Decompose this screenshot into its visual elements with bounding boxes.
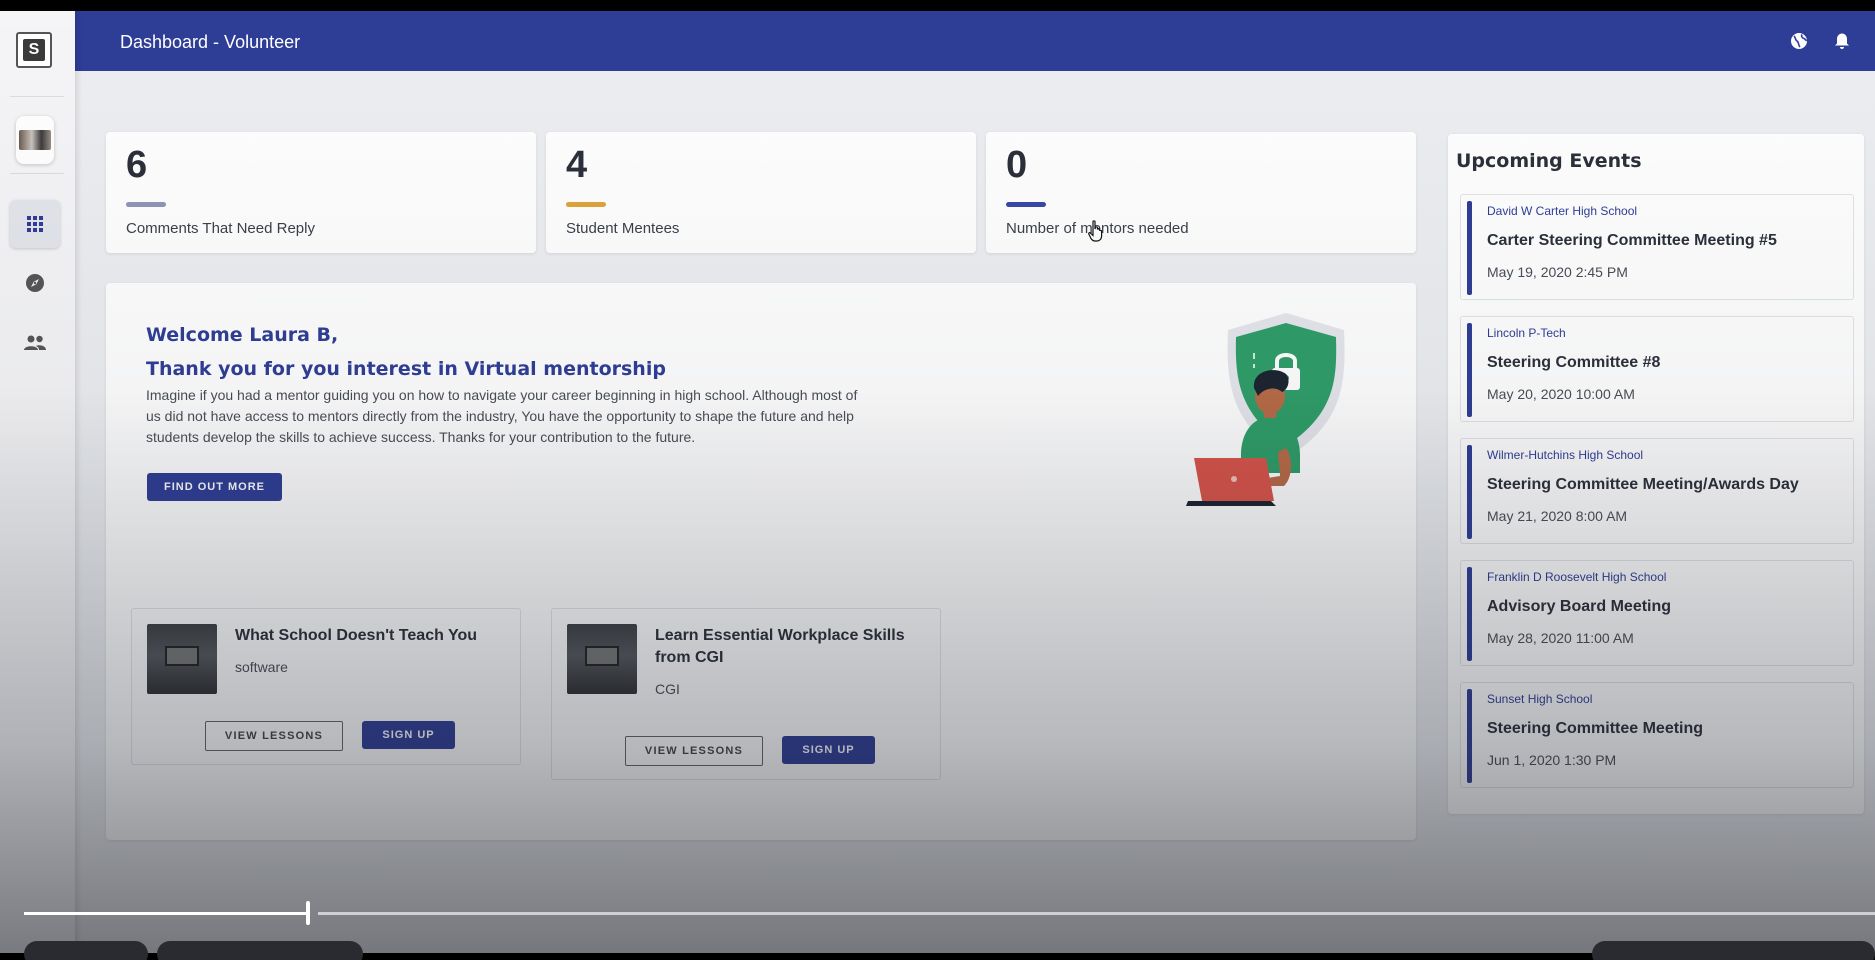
sidebar-divider xyxy=(10,96,64,97)
event-accent-bar xyxy=(1467,445,1472,539)
event-school: David W Carter High School xyxy=(1487,204,1638,218)
welcome-subtitle: Thank you for you interest in Virtual me… xyxy=(146,358,666,380)
event-title: Advisory Board Meeting xyxy=(1487,598,1672,615)
event-accent-bar xyxy=(1467,689,1472,783)
video-frame: S Dashboard - Volunteer 6 Comments That … xyxy=(0,0,1875,960)
event-item[interactable]: Wilmer-Hutchins High School Steering Com… xyxy=(1460,438,1854,544)
event-item[interactable]: David W Carter High School Carter Steeri… xyxy=(1460,194,1854,300)
stat-label: Student Mentees xyxy=(566,220,680,237)
event-school: Sunset High School xyxy=(1487,692,1593,706)
upcoming-events-panel: Upcoming Events David W Carter High Scho… xyxy=(1448,134,1864,814)
view-lessons-button[interactable]: VIEW LESSONS xyxy=(205,721,343,751)
welcome-body: Imagine if you had a mentor guiding you … xyxy=(146,387,858,445)
logo-letter: S xyxy=(23,39,45,61)
sidebar-divider xyxy=(10,173,64,174)
events-heading: Upcoming Events xyxy=(1456,150,1642,172)
welcome-greeting: Welcome Laura B, xyxy=(146,324,339,346)
people-icon xyxy=(24,335,46,350)
event-item[interactable]: Franklin D Roosevelt High School Advisor… xyxy=(1460,560,1854,666)
page-title: Dashboard - Volunteer xyxy=(120,32,301,52)
event-date: May 20, 2020 10:00 AM xyxy=(1487,386,1635,402)
course-provider: software xyxy=(235,659,288,675)
event-item[interactable]: Sunset High School Steering Committee Me… xyxy=(1460,682,1854,788)
stat-accent-bar xyxy=(126,202,166,207)
avatar[interactable] xyxy=(16,116,54,164)
compass-icon xyxy=(26,274,44,292)
bell-icon xyxy=(1835,33,1849,49)
top-app-bar: Dashboard - Volunteer xyxy=(75,11,1875,71)
stat-card-mentors-needed[interactable]: 0 Number of mentors needed xyxy=(986,132,1416,253)
event-accent-bar xyxy=(1467,201,1472,295)
event-accent-bar xyxy=(1467,323,1472,417)
dashboard-app: S Dashboard - Volunteer 6 Comments That … xyxy=(0,11,1875,953)
course-thumbnail xyxy=(567,624,637,694)
course-title: Learn Essential Workplace Skills from CG… xyxy=(655,627,905,666)
hand-cursor-icon xyxy=(1088,220,1103,242)
stat-accent-bar xyxy=(566,202,606,207)
stat-value: 0 xyxy=(1006,144,1028,186)
event-school: Wilmer-Hutchins High School xyxy=(1487,448,1644,462)
video-scrub-handle[interactable] xyxy=(306,901,310,925)
sidebar-item-apps[interactable] xyxy=(10,200,60,248)
event-date: Jun 1, 2020 1:30 PM xyxy=(1487,752,1617,768)
sidebar: S xyxy=(0,11,75,953)
welcome-card: Welcome Laura B, Thank you for you inter… xyxy=(106,283,1416,840)
event-school: Lincoln P-Tech xyxy=(1487,326,1566,340)
find-out-more-button[interactable]: FIND OUT MORE xyxy=(147,473,282,501)
video-control-pill[interactable] xyxy=(24,941,148,960)
stat-label: Comments That Need Reply xyxy=(126,220,315,237)
course-card-cgi: Learn Essential Workplace Skills from CG… xyxy=(551,608,941,780)
app-logo[interactable]: S xyxy=(16,32,52,68)
event-date: May 28, 2020 11:00 AM xyxy=(1487,630,1634,646)
stat-accent-bar xyxy=(1006,202,1046,207)
video-progress-remaining[interactable] xyxy=(318,912,1875,915)
view-lessons-button[interactable]: VIEW LESSONS xyxy=(625,736,763,766)
course-thumbnail xyxy=(147,624,217,694)
avatar-image xyxy=(19,130,51,150)
event-title: Carter Steering Committee Meeting #5 xyxy=(1487,232,1777,249)
event-school: Franklin D Roosevelt High School xyxy=(1487,570,1667,584)
course-provider: CGI xyxy=(655,681,680,697)
notifications-button[interactable] xyxy=(1831,30,1853,52)
sign-up-button[interactable]: SIGN UP xyxy=(782,736,875,764)
stat-card-comments[interactable]: 6 Comments That Need Reply xyxy=(106,132,536,253)
stat-value: 4 xyxy=(566,144,588,186)
event-date: May 19, 2020 2:45 PM xyxy=(1487,264,1628,280)
video-control-pill[interactable] xyxy=(1592,941,1875,960)
stat-value: 6 xyxy=(126,144,148,186)
stat-card-mentees[interactable]: 4 Student Mentees xyxy=(546,132,976,253)
course-card-school: What School Doesn't Teach You software V… xyxy=(131,608,521,765)
event-title: Steering Committee #8 xyxy=(1487,354,1661,371)
apps-grid-icon xyxy=(27,216,43,232)
sidebar-item-explore[interactable] xyxy=(10,259,60,307)
event-title: Steering Committee Meeting xyxy=(1487,720,1704,737)
video-progress-played[interactable] xyxy=(24,912,307,915)
language-button[interactable] xyxy=(1788,30,1810,52)
video-control-pill[interactable] xyxy=(157,941,363,960)
event-accent-bar xyxy=(1467,567,1472,661)
course-title: What School Doesn't Teach You xyxy=(235,627,478,644)
security-illustration xyxy=(1186,313,1345,506)
sidebar-item-people[interactable] xyxy=(10,319,60,367)
event-title: Steering Committee Meeting/Awards Day xyxy=(1487,476,1799,493)
sign-up-button[interactable]: SIGN UP xyxy=(362,721,455,749)
event-item[interactable]: Lincoln P-Tech Steering Committee #8 May… xyxy=(1460,316,1854,422)
event-date: May 21, 2020 8:00 AM xyxy=(1487,508,1628,524)
globe-icon xyxy=(1791,33,1808,49)
